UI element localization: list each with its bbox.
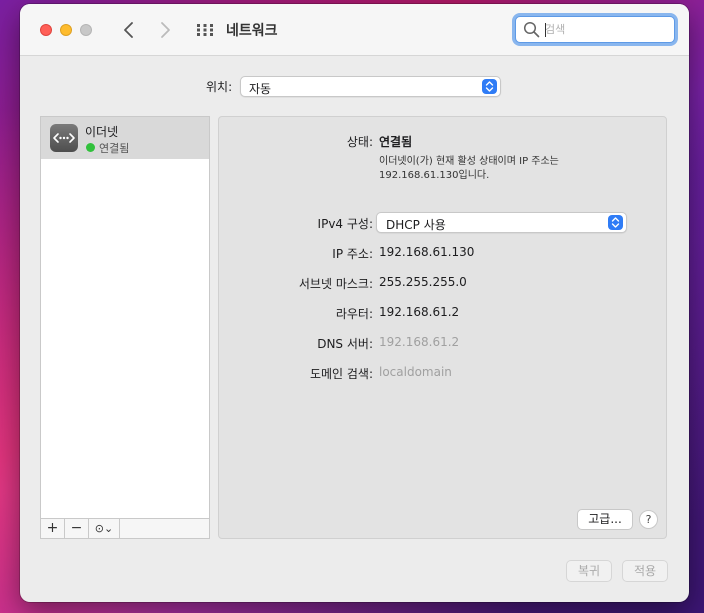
status-label: 상태:	[346, 135, 373, 149]
ipv4-config-label: IPv4 구성:	[317, 217, 373, 231]
minimize-window-button[interactable]	[60, 24, 72, 36]
service-list-toolbar: + − ⊙⌄	[40, 518, 210, 539]
connected-status-dot	[86, 143, 95, 152]
dns-server-label: DNS 서버:	[317, 337, 373, 351]
grid-icon	[197, 24, 213, 36]
service-status: 연결됨	[99, 142, 130, 155]
subnet-mask-value: 255.255.255.0	[379, 275, 467, 289]
service-item-ethernet[interactable]: 이더넷 연결됨	[41, 117, 209, 159]
help-button[interactable]: ?	[639, 510, 658, 529]
ethernet-icon	[50, 124, 78, 152]
location-select[interactable]: 자동	[240, 76, 501, 97]
chevron-left-icon	[124, 22, 133, 38]
service-name: 이더넷	[85, 125, 119, 139]
toolbar: 네트워크	[20, 4, 689, 56]
search-domain-value: localdomain	[379, 365, 452, 379]
advanced-button[interactable]: 고급...	[577, 509, 633, 530]
status-description: 이더넷이(가) 현재 활성 상태이며 IP 주소는 192.168.61.130…	[379, 156, 559, 181]
search-field[interactable]	[515, 16, 675, 43]
revert-button[interactable]: 복귀	[566, 560, 612, 582]
show-all-button[interactable]	[196, 23, 214, 37]
dns-server-value: 192.168.61.2	[379, 335, 460, 349]
subnet-mask-label: 서브넷 마스크:	[298, 277, 373, 291]
ipv4-config-value: DHCP 사용	[386, 218, 446, 232]
location-value: 자동	[249, 82, 272, 96]
text-caret	[545, 23, 546, 37]
ip-address-value: 192.168.61.130	[379, 245, 475, 259]
updown-chevron-icon	[608, 215, 623, 230]
router-label: 라우터:	[335, 307, 373, 321]
search-input[interactable]	[545, 20, 665, 39]
service-list: 이더넷 연결됨	[40, 116, 210, 519]
network-preferences-window: 네트워크 위치: 자동	[20, 4, 689, 602]
ip-address-label: IP 주소:	[332, 247, 373, 261]
window-title: 네트워크	[226, 23, 278, 39]
apply-button[interactable]: 적용	[622, 560, 668, 582]
search-domain-label: 도메인 검색:	[309, 367, 373, 381]
service-detail-panel: 상태: 연결됨 이더넷이(가) 현재 활성 상태이며 IP 주소는 192.16…	[218, 116, 667, 539]
search-field-focus-ring	[512, 13, 678, 46]
service-action-menu-button[interactable]: ⊙⌄	[89, 519, 120, 538]
status-value: 연결됨	[379, 135, 413, 149]
ipv4-config-select[interactable]: DHCP 사용	[376, 212, 627, 233]
remove-service-button[interactable]: −	[65, 519, 89, 538]
router-value: 192.168.61.2	[379, 305, 460, 319]
updown-chevron-icon	[482, 79, 497, 94]
forward-button[interactable]	[154, 18, 176, 42]
search-icon	[523, 21, 540, 38]
chevron-right-icon	[161, 22, 170, 38]
back-button[interactable]	[118, 18, 140, 42]
add-service-button[interactable]: +	[41, 519, 65, 538]
location-label: 위치:	[206, 80, 233, 94]
zoom-window-button[interactable]	[80, 24, 92, 36]
close-window-button[interactable]	[40, 24, 52, 36]
